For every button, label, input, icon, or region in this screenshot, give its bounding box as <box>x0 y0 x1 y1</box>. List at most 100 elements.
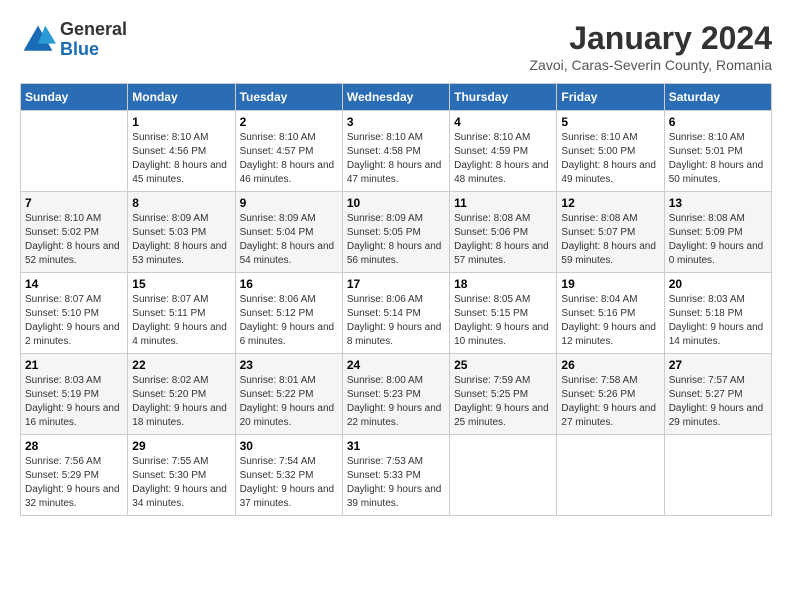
day-info: Sunrise: 8:09 AMSunset: 5:04 PMDaylight:… <box>240 212 338 268</box>
day-number: 3 <box>347 115 445 129</box>
calendar-header-sunday: Sunday <box>21 84 128 111</box>
day-number: 22 <box>132 358 230 372</box>
calendar-header-monday: Monday <box>128 84 235 111</box>
calendar-cell: 30Sunrise: 7:54 AMSunset: 5:32 PMDayligh… <box>235 435 342 516</box>
calendar-week-row: 1 Sunrise: 8:10 AMSunset: 4:56 PMDaylight… <box>21 111 772 192</box>
day-number: 26 <box>561 358 659 372</box>
day-number: 12 <box>561 196 659 210</box>
calendar-cell: 31 Sunrise: 7:53 AMSunset: 5:33 PMDayligh… <box>342 435 449 516</box>
day-number: 24 <box>347 358 445 372</box>
calendar-cell: 20 Sunrise: 8:03 AMSunset: 5:18 PMDayligh… <box>664 273 771 354</box>
day-number: 16 <box>240 277 338 291</box>
day-info: Sunrise: 7:57 AMSunset: 5:27 PMDaylight:… <box>669 374 767 430</box>
calendar-week-row: 14 Sunrise: 8:07 AMSunset: 5:10 PMDayligh… <box>21 273 772 354</box>
day-info: Sunrise: 7:56 AMSunset: 5:29 PMDaylight:… <box>25 455 123 511</box>
day-number: 13 <box>669 196 767 210</box>
day-info: Sunrise: 8:08 AMSunset: 5:09 PMDaylight:… <box>669 212 767 268</box>
day-info: Sunrise: 8:04 AMSunset: 5:16 PMDaylight:… <box>561 293 659 349</box>
day-number: 1 <box>132 115 230 129</box>
calendar-cell: 15Sunrise: 8:07 AMSunset: 5:11 PMDayligh… <box>128 273 235 354</box>
day-info: Sunrise: 8:10 AMSunset: 4:56 PMDaylight:… <box>132 131 230 187</box>
calendar-header-tuesday: Tuesday <box>235 84 342 111</box>
day-info: Sunrise: 8:10 AMSunset: 4:59 PMDaylight:… <box>454 131 552 187</box>
calendar-cell: 29 Sunrise: 7:55 AMSunset: 5:30 PMDayligh… <box>128 435 235 516</box>
calendar-cell: 14 Sunrise: 8:07 AMSunset: 5:10 PMDayligh… <box>21 273 128 354</box>
calendar-cell: 16 Sunrise: 8:06 AMSunset: 5:12 PMDayligh… <box>235 273 342 354</box>
calendar-cell: 3 Sunrise: 8:10 AMSunset: 4:58 PMDaylight… <box>342 111 449 192</box>
calendar-cell: 7Sunrise: 8:10 AMSunset: 5:02 PMDaylight… <box>21 192 128 273</box>
day-info: Sunrise: 8:00 AMSunset: 5:23 PMDaylight:… <box>347 374 445 430</box>
calendar-cell: 12 Sunrise: 8:08 AMSunset: 5:07 PMDayligh… <box>557 192 664 273</box>
calendar-cell: 24 Sunrise: 8:00 AMSunset: 5:23 PMDayligh… <box>342 354 449 435</box>
page-header: General Blue January 2024 Zavoi, Caras-S… <box>20 20 772 73</box>
day-number: 29 <box>132 439 230 453</box>
calendar-header-saturday: Saturday <box>664 84 771 111</box>
calendar-cell: 10 Sunrise: 8:09 AMSunset: 5:05 PMDayligh… <box>342 192 449 273</box>
day-info: Sunrise: 8:07 AMSunset: 5:10 PMDaylight:… <box>25 293 123 349</box>
logo-general: General <box>60 19 127 39</box>
day-number: 9 <box>240 196 338 210</box>
calendar-table: SundayMondayTuesdayWednesdayThursdayFrid… <box>20 83 772 516</box>
day-number: 19 <box>561 277 659 291</box>
day-info: Sunrise: 8:06 AMSunset: 5:12 PMDaylight:… <box>240 293 338 349</box>
day-info: Sunrise: 8:10 AMSunset: 4:57 PMDaylight:… <box>240 131 338 187</box>
day-info: Sunrise: 7:58 AMSunset: 5:26 PMDaylight:… <box>561 374 659 430</box>
day-info: Sunrise: 7:54 AMSunset: 5:32 PMDaylight:… <box>240 455 338 511</box>
day-info: Sunrise: 8:10 AMSunset: 5:00 PMDaylight:… <box>561 131 659 187</box>
day-info: Sunrise: 8:03 AMSunset: 5:19 PMDaylight:… <box>25 374 123 430</box>
day-info: Sunrise: 8:02 AMSunset: 5:20 PMDaylight:… <box>132 374 230 430</box>
calendar-week-row: 7Sunrise: 8:10 AMSunset: 5:02 PMDaylight… <box>21 192 772 273</box>
title-block: January 2024 Zavoi, Caras-Severin County… <box>529 20 772 73</box>
day-info: Sunrise: 8:01 AMSunset: 5:22 PMDaylight:… <box>240 374 338 430</box>
calendar-header-wednesday: Wednesday <box>342 84 449 111</box>
calendar-week-row: 28Sunrise: 7:56 AMSunset: 5:29 PMDayligh… <box>21 435 772 516</box>
calendar-cell <box>450 435 557 516</box>
calendar-cell: 26 Sunrise: 7:58 AMSunset: 5:26 PMDayligh… <box>557 354 664 435</box>
day-number: 31 <box>347 439 445 453</box>
day-info: Sunrise: 8:07 AMSunset: 5:11 PMDaylight:… <box>132 293 230 349</box>
calendar-cell <box>21 111 128 192</box>
day-info: Sunrise: 8:05 AMSunset: 5:15 PMDaylight:… <box>454 293 552 349</box>
day-number: 2 <box>240 115 338 129</box>
calendar-cell: 4 Sunrise: 8:10 AMSunset: 4:59 PMDaylight… <box>450 111 557 192</box>
day-info: Sunrise: 8:08 AMSunset: 5:07 PMDaylight:… <box>561 212 659 268</box>
calendar-cell: 5Sunrise: 8:10 AMSunset: 5:00 PMDaylight… <box>557 111 664 192</box>
day-info: Sunrise: 8:10 AMSunset: 5:01 PMDaylight:… <box>669 131 767 187</box>
day-number: 18 <box>454 277 552 291</box>
logo: General Blue <box>20 20 127 60</box>
calendar-cell: 19 Sunrise: 8:04 AMSunset: 5:16 PMDayligh… <box>557 273 664 354</box>
calendar-cell: 2 Sunrise: 8:10 AMSunset: 4:57 PMDaylight… <box>235 111 342 192</box>
day-info: Sunrise: 7:53 AMSunset: 5:33 PMDaylight:… <box>347 455 445 511</box>
logo-text: General Blue <box>60 20 127 60</box>
calendar-cell: 28Sunrise: 7:56 AMSunset: 5:29 PMDayligh… <box>21 435 128 516</box>
day-info: Sunrise: 8:03 AMSunset: 5:18 PMDaylight:… <box>669 293 767 349</box>
day-info: Sunrise: 8:08 AMSunset: 5:06 PMDaylight:… <box>454 212 552 268</box>
day-info: Sunrise: 8:09 AMSunset: 5:03 PMDaylight:… <box>132 212 230 268</box>
logo-icon <box>20 22 56 58</box>
calendar-cell: 18 Sunrise: 8:05 AMSunset: 5:15 PMDayligh… <box>450 273 557 354</box>
calendar-cell: 17Sunrise: 8:06 AMSunset: 5:14 PMDayligh… <box>342 273 449 354</box>
calendar-week-row: 21Sunrise: 8:03 AMSunset: 5:19 PMDayligh… <box>21 354 772 435</box>
day-info: Sunrise: 8:10 AMSunset: 4:58 PMDaylight:… <box>347 131 445 187</box>
calendar-cell: 9 Sunrise: 8:09 AMSunset: 5:04 PMDaylight… <box>235 192 342 273</box>
day-number: 27 <box>669 358 767 372</box>
day-number: 4 <box>454 115 552 129</box>
calendar-cell: 25Sunrise: 7:59 AMSunset: 5:25 PMDayligh… <box>450 354 557 435</box>
day-info: Sunrise: 8:09 AMSunset: 5:05 PMDaylight:… <box>347 212 445 268</box>
day-number: 8 <box>132 196 230 210</box>
day-number: 14 <box>25 277 123 291</box>
calendar-cell <box>664 435 771 516</box>
day-number: 7 <box>25 196 123 210</box>
day-info: Sunrise: 7:55 AMSunset: 5:30 PMDaylight:… <box>132 455 230 511</box>
day-number: 10 <box>347 196 445 210</box>
calendar-cell <box>557 435 664 516</box>
calendar-cell: 13 Sunrise: 8:08 AMSunset: 5:09 PMDayligh… <box>664 192 771 273</box>
calendar-cell: 6Sunrise: 8:10 AMSunset: 5:01 PMDaylight… <box>664 111 771 192</box>
day-number: 20 <box>669 277 767 291</box>
day-info: Sunrise: 7:59 AMSunset: 5:25 PMDaylight:… <box>454 374 552 430</box>
calendar-cell: 11Sunrise: 8:08 AMSunset: 5:06 PMDayligh… <box>450 192 557 273</box>
calendar-cell: 8 Sunrise: 8:09 AMSunset: 5:03 PMDaylight… <box>128 192 235 273</box>
calendar-header-thursday: Thursday <box>450 84 557 111</box>
location-subtitle: Zavoi, Caras-Severin County, Romania <box>529 57 772 73</box>
day-number: 23 <box>240 358 338 372</box>
